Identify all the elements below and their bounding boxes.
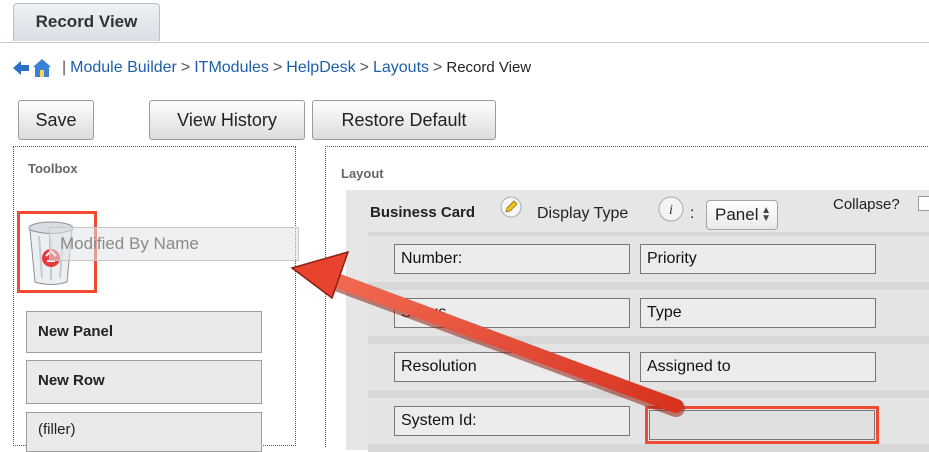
collapse-label: Collapse? (833, 196, 900, 213)
field-resolution[interactable]: Resolution (394, 352, 630, 382)
breadcrumb: | Module Builder > ITModules > HelpDesk … (12, 56, 531, 80)
field-status[interactable]: Status (394, 298, 630, 328)
stepper-icon: ▲ ▼ (761, 205, 771, 224)
field-system-id[interactable]: System Id: (394, 406, 630, 436)
toolbox-title: Toolbox (28, 161, 78, 176)
svg-text:i: i (669, 203, 673, 218)
field-assigned-to[interactable]: Assigned to (640, 352, 876, 382)
home-icon[interactable] (32, 58, 52, 78)
breadcrumb-helpdesk[interactable]: HelpDesk (286, 56, 355, 80)
breadcrumb-separator: > (433, 59, 443, 76)
pencil-icon[interactable] (500, 196, 522, 218)
field-priority[interactable]: Priority (640, 244, 876, 274)
breadcrumb-current: Record View (446, 59, 532, 76)
field-type[interactable]: Type (640, 298, 876, 328)
field-number[interactable]: Number: (394, 244, 630, 274)
breadcrumb-module-builder[interactable]: Module Builder (70, 56, 177, 80)
info-icon[interactable]: i (658, 196, 684, 222)
display-type-select[interactable]: Panel ▲ ▼ (706, 200, 778, 230)
tab-record-view[interactable]: Record View (13, 3, 160, 41)
display-type-colon: : (690, 205, 695, 222)
restore-default-button[interactable]: Restore Default (312, 100, 496, 140)
view-history-button[interactable]: View History (149, 100, 305, 140)
panel-name: Business Card (370, 204, 476, 221)
display-type-label: Display Type (537, 205, 629, 222)
breadcrumb-separator: > (272, 59, 283, 76)
toolbox-new-panel[interactable]: New Panel (26, 311, 262, 353)
breadcrumb-separator: > (180, 59, 191, 76)
breadcrumb-pipe: | (62, 59, 67, 76)
highlight-box-empty-slot (645, 406, 879, 444)
breadcrumb-layouts[interactable]: Layouts (373, 56, 429, 80)
back-arrow-icon[interactable] (12, 59, 30, 77)
save-button[interactable]: Save (18, 100, 94, 140)
display-type-value: Panel (715, 205, 759, 224)
layout-title: Layout (341, 166, 384, 181)
toolbox-filler[interactable]: (filler) (26, 412, 262, 452)
collapse-checkbox[interactable] (918, 196, 929, 211)
dragging-field[interactable]: Modified By Name (49, 227, 299, 261)
breadcrumb-separator: > (359, 59, 369, 76)
toolbox-new-row[interactable]: New Row (26, 360, 262, 404)
breadcrumb-itmodules[interactable]: ITModules (194, 56, 269, 80)
